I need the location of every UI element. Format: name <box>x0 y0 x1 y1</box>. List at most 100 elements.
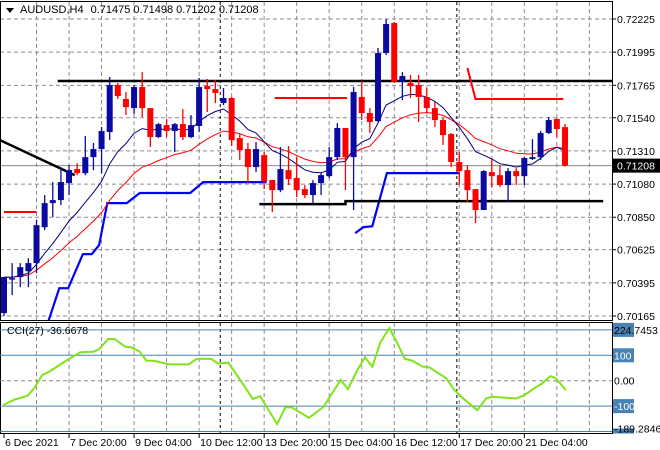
candle-body <box>33 225 40 264</box>
candle-body <box>464 170 471 191</box>
candle-body <box>301 189 308 196</box>
bear-candle <box>147 108 154 148</box>
candle-body <box>342 127 349 158</box>
candle-body <box>131 87 138 109</box>
high-value: 0.71498 <box>133 4 174 16</box>
bear-candle <box>391 22 398 84</box>
candle-body <box>423 96 430 109</box>
bear-candle <box>139 72 146 118</box>
candle-body <box>326 157 333 177</box>
candle-body <box>139 87 146 109</box>
bull-candle <box>196 77 203 133</box>
bull-candle <box>66 165 73 196</box>
bear-candle <box>228 96 235 147</box>
time-axis-label: 6 Dec 2021 <box>5 437 59 449</box>
bear-candle <box>472 189 479 224</box>
bear-candle <box>553 118 560 138</box>
bull-candle <box>57 167 64 206</box>
bear-candle <box>269 180 276 213</box>
bear-candle <box>358 80 365 121</box>
candle-body <box>407 83 414 87</box>
price-axis-label: 0.70625 <box>617 245 655 257</box>
bull-candle <box>383 19 390 56</box>
bear-candle <box>431 102 438 127</box>
candle-body <box>505 171 512 186</box>
candle-body <box>212 89 219 93</box>
bull-candle <box>480 170 487 211</box>
bull-candle <box>309 180 316 204</box>
cci-label: CCI(27) -36.6678 <box>7 325 88 337</box>
candle-body <box>114 85 121 96</box>
candle-body <box>25 263 32 272</box>
candle-body <box>553 119 560 130</box>
bull-candle <box>41 195 48 231</box>
bull-candle <box>171 123 178 153</box>
cci-line <box>2 326 567 427</box>
bull-candle <box>82 136 89 176</box>
bear-candle <box>261 152 268 190</box>
candle-body <box>472 189 479 211</box>
dropdown-triangle-icon[interactable] <box>6 7 14 13</box>
candle-body <box>561 127 568 166</box>
bear-candle <box>114 83 121 100</box>
bull-candle <box>187 115 194 139</box>
bull-candle <box>33 220 40 274</box>
bear-candle <box>179 109 186 141</box>
bull-candle <box>318 172 325 196</box>
candle-body <box>147 108 154 138</box>
time-axis-label: 15 Dec 04:00 <box>330 437 393 449</box>
candle-body <box>440 120 447 136</box>
candle-body <box>399 75 406 83</box>
candle-body <box>57 182 64 201</box>
bear-candle <box>440 118 447 146</box>
bull-candle <box>374 47 381 123</box>
bull-candle <box>326 147 333 179</box>
candle-body <box>366 113 373 123</box>
bull-candle <box>106 76 113 141</box>
bull-candle <box>17 263 24 288</box>
bear-candle <box>236 134 243 161</box>
candle-body <box>122 99 129 108</box>
time-axis-label: 21 Dec 04:00 <box>525 437 588 449</box>
price-axis-label: 0.71540 <box>617 113 655 125</box>
candle-body <box>513 171 520 177</box>
time-axis-label: 7 Dec 20:00 <box>70 437 127 449</box>
time-axis-label: 13 Dec 20:00 <box>265 437 328 449</box>
cci-plot <box>0 326 612 432</box>
candle-body <box>537 133 544 158</box>
cci-100-label: 100 <box>614 350 632 362</box>
bull-candle <box>49 182 56 218</box>
candle-body <box>269 180 276 191</box>
bear-candle <box>448 133 455 168</box>
price-plot <box>0 19 612 320</box>
chart-canvas[interactable]: 0.72225 0.71995 0.71765 0.71540 0.71310 0.710… <box>0 0 660 450</box>
candle-body <box>204 86 211 90</box>
bear-candle <box>513 168 520 186</box>
candle-body <box>171 124 178 132</box>
bear-candle <box>496 165 503 188</box>
candle-body <box>374 53 381 122</box>
bull-candle <box>155 123 162 139</box>
candle-body <box>350 91 357 158</box>
candle-body <box>448 134 455 163</box>
close-value: 0.71208 <box>218 4 259 16</box>
time-axis-label: 17 Dec 20:00 <box>460 437 523 449</box>
low-value: 0.71202 <box>176 4 216 16</box>
bull-candle <box>521 157 528 186</box>
chart-header: AUDUSD,H4 0.71475 0.71498 0.71202 0.7120… <box>6 4 259 16</box>
current-price-label: 0.71208 <box>617 161 655 173</box>
candle-body <box>9 278 16 280</box>
candle-body <box>220 98 227 104</box>
bear-candle <box>212 79 219 104</box>
main-panel-frame <box>0 1 613 321</box>
candle-body <box>480 171 487 211</box>
bull-candle <box>529 139 536 161</box>
grid <box>0 2 616 433</box>
stop-line <box>47 181 267 320</box>
bear-candle <box>244 142 251 184</box>
candle-body <box>277 169 284 191</box>
bull-candle <box>537 131 544 161</box>
candle-body <box>155 124 162 138</box>
price-axis-label: 0.71310 <box>617 146 655 158</box>
descending-line <box>0 138 76 177</box>
